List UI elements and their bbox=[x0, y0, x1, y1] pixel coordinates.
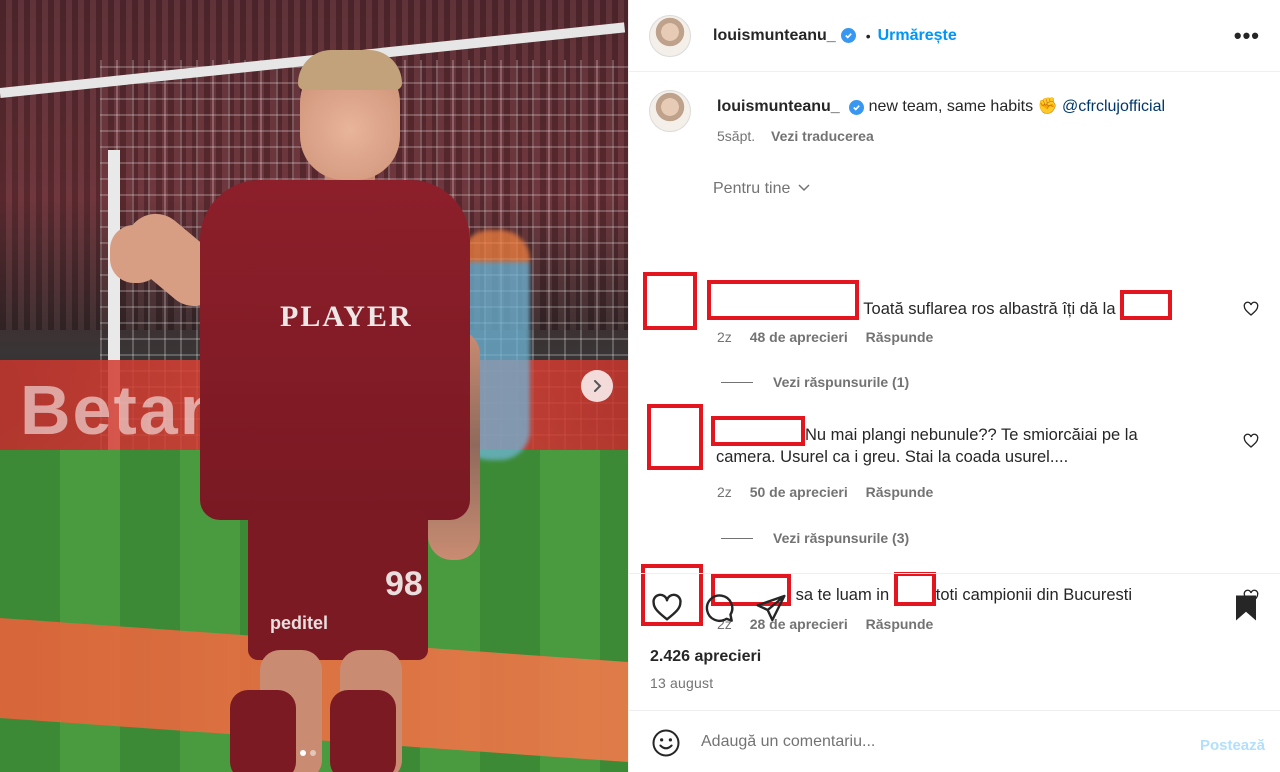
post-comment-button[interactable]: Postează bbox=[1200, 737, 1265, 754]
post-actions bbox=[629, 573, 1280, 643]
carousel-next-button[interactable] bbox=[581, 370, 613, 402]
author-username[interactable]: louismunteanu_ bbox=[713, 27, 836, 45]
caption-avatar[interactable] bbox=[649, 90, 691, 132]
author-avatar[interactable] bbox=[649, 14, 691, 57]
chevron-down-icon bbox=[798, 184, 810, 192]
player-jersey bbox=[200, 180, 470, 520]
redacted-username bbox=[711, 416, 805, 446]
translate-link[interactable]: Vezi traducerea bbox=[771, 128, 874, 144]
redacted-avatar bbox=[647, 404, 703, 470]
caption-age: 5săpt. bbox=[717, 128, 756, 144]
emoji-icon[interactable] bbox=[651, 728, 681, 758]
replies-divider bbox=[721, 381, 753, 383]
caption-username[interactable]: louismunteanu_ bbox=[717, 98, 840, 115]
jersey-sponsor: PLAYER bbox=[280, 300, 413, 333]
share-icon[interactable] bbox=[755, 592, 787, 624]
post-date: 13 august bbox=[650, 675, 714, 691]
add-comment-bar: Postează bbox=[629, 710, 1280, 772]
verified-icon bbox=[849, 100, 865, 115]
post-header: louismunteanu_ • Urmărește ••• bbox=[629, 0, 1280, 72]
post-panel: louismunteanu_ • Urmărește ••• louismunt… bbox=[628, 0, 1280, 772]
carousel-dot-active bbox=[300, 750, 306, 756]
post-caption: louismunteanu_ new team, same habits ✊ @… bbox=[649, 90, 1261, 144]
comment-text: Toată suflarea ros albastră îți dă la bbox=[863, 300, 1116, 318]
view-replies-button[interactable]: Vezi răspunsurile (1) bbox=[721, 374, 909, 390]
comment-age: 2z bbox=[717, 329, 732, 345]
heart-icon[interactable] bbox=[1243, 301, 1259, 317]
more-options-button[interactable]: ••• bbox=[1234, 23, 1260, 49]
player-hair bbox=[298, 50, 402, 90]
bookmark-icon[interactable] bbox=[1231, 592, 1261, 624]
post-photo: Betano PLAYER 98 peditel bbox=[0, 0, 628, 772]
chevron-right-icon bbox=[594, 380, 602, 392]
comment-text-line1: Nu mai plangi nebunule?? Te smiorcăiai p… bbox=[805, 426, 1138, 444]
like-heart-icon[interactable] bbox=[651, 592, 683, 624]
view-replies-label: Vezi răspunsurile (3) bbox=[773, 530, 910, 546]
comment-likes[interactable]: 50 de aprecieri bbox=[750, 484, 848, 500]
header-separator: • bbox=[865, 27, 871, 44]
heart-icon[interactable] bbox=[1243, 433, 1259, 449]
fist-emoji: ✊ bbox=[1037, 98, 1058, 115]
redacted-username bbox=[707, 280, 859, 320]
caption-mention[interactable]: @cfrclujofficial bbox=[1062, 98, 1165, 115]
comment-text-line2: camera. Usurel ca i greu. Stai la coada … bbox=[716, 448, 1069, 466]
view-replies-label: Vezi răspunsurile (1) bbox=[773, 374, 910, 390]
comments-sort-dropdown[interactable]: Pentru tine bbox=[713, 180, 811, 198]
follow-button[interactable]: Urmărește bbox=[878, 27, 957, 45]
player-right-sock bbox=[330, 690, 396, 772]
replies-divider bbox=[721, 537, 753, 539]
carousel-dot bbox=[310, 750, 316, 756]
shorts-brand: peditel bbox=[270, 613, 329, 633]
reply-button[interactable]: Răspunde bbox=[866, 329, 934, 345]
carousel-dots bbox=[300, 750, 316, 756]
comment-input[interactable] bbox=[701, 733, 1121, 751]
verified-icon bbox=[840, 28, 856, 43]
comment-age: 2z bbox=[717, 484, 732, 500]
redacted-avatar bbox=[643, 272, 697, 330]
player-left-sock bbox=[230, 690, 296, 772]
comments-sort-label: Pentru tine bbox=[713, 180, 791, 197]
player: PLAYER 98 peditel bbox=[110, 50, 490, 772]
caption-text: new team, same habits bbox=[868, 98, 1034, 115]
likes-count[interactable]: 2.426 aprecieri bbox=[650, 648, 761, 666]
comment-icon[interactable] bbox=[703, 592, 735, 624]
shorts-number: 98 bbox=[385, 565, 423, 603]
redacted-word bbox=[1120, 290, 1173, 320]
reply-button[interactable]: Răspunde bbox=[866, 484, 934, 500]
player-fist bbox=[110, 225, 162, 283]
comment-likes[interactable]: 48 de aprecieri bbox=[750, 329, 848, 345]
view-replies-button[interactable]: Vezi răspunsurile (3) bbox=[721, 530, 909, 546]
